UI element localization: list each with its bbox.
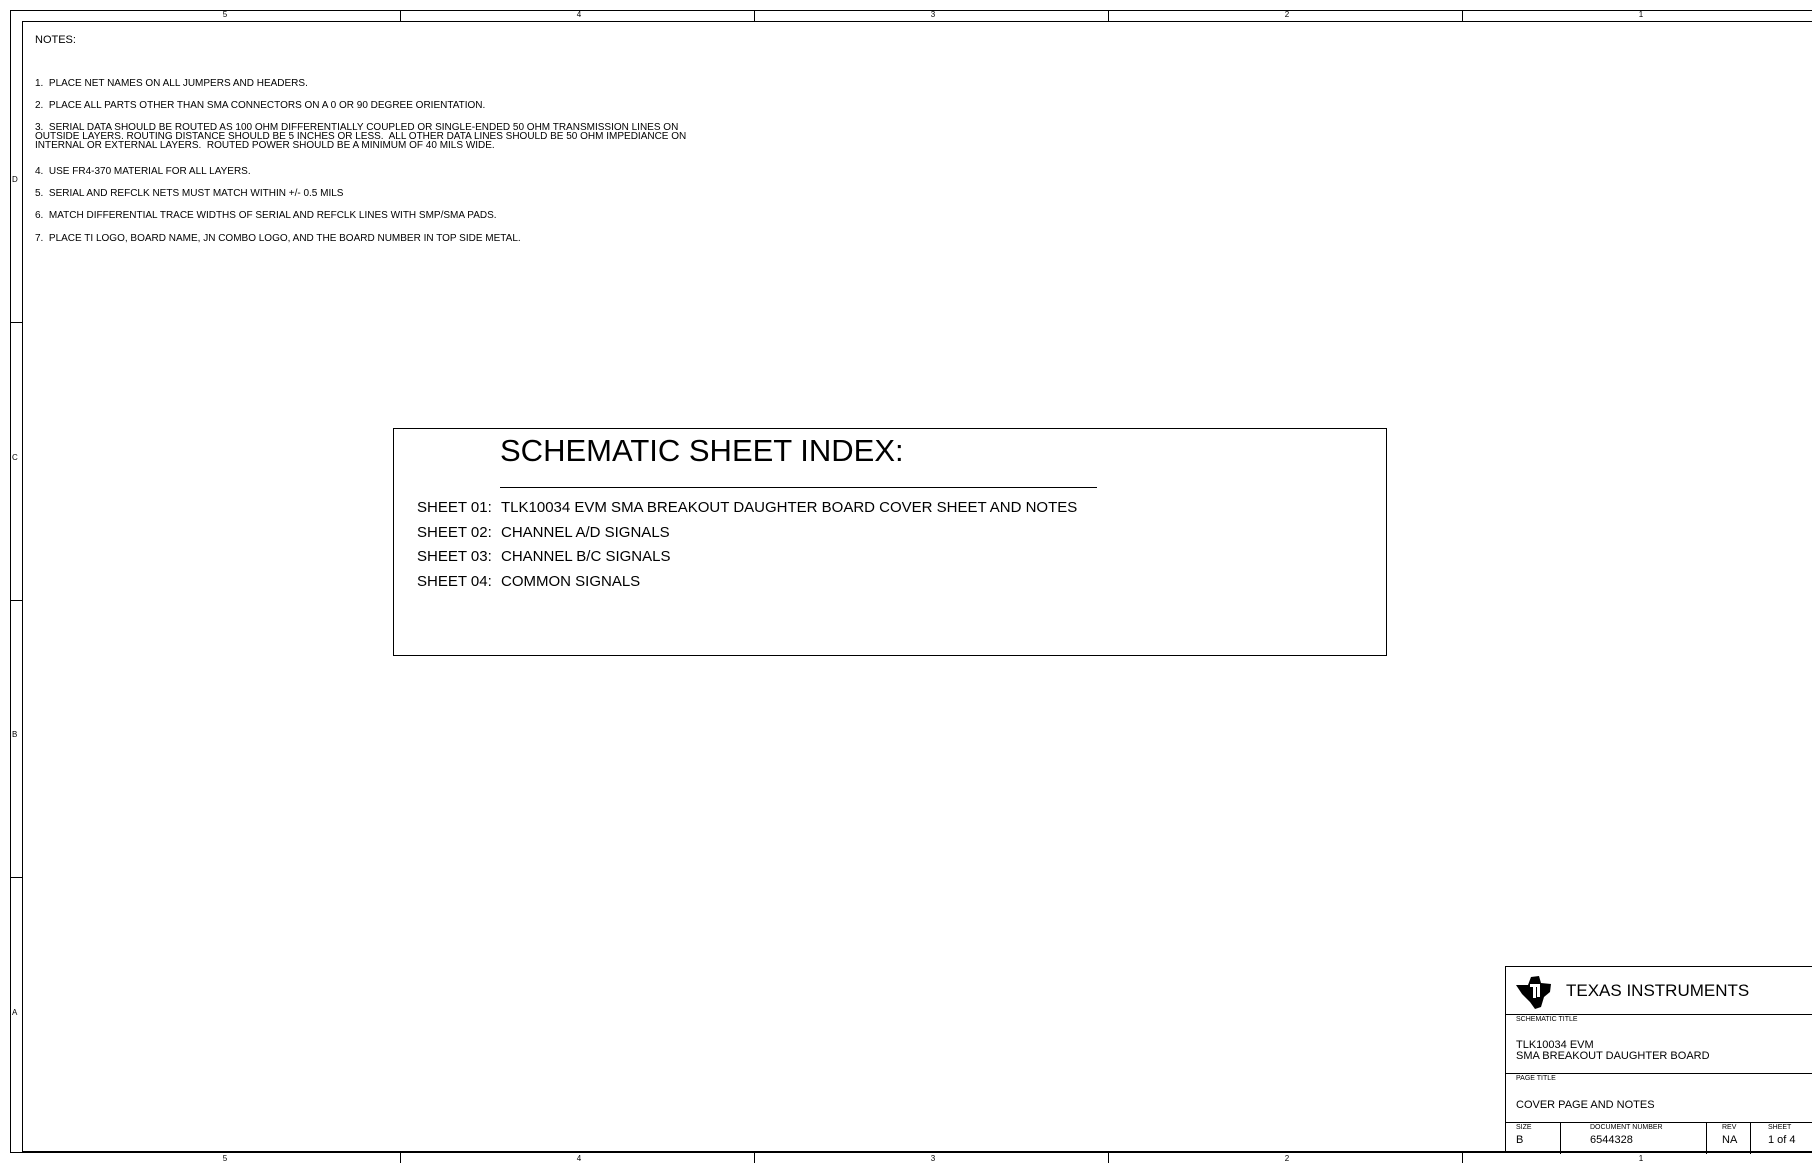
note-item: 1. PLACE NET NAMES ON ALL JUMPERS AND HE… xyxy=(35,78,308,89)
company-name: TEXAS INSTRUMENTS xyxy=(1566,981,1750,1000)
note-item: 2. PLACE ALL PARTS OTHER THAN SMA CONNEC… xyxy=(35,100,486,111)
rev-label: REV xyxy=(1722,1124,1737,1131)
title-block-divider xyxy=(1560,1122,1561,1154)
title-block-divider xyxy=(1506,1073,1812,1074)
notes-title: NOTES: xyxy=(35,34,76,46)
row-marker: B xyxy=(12,730,18,739)
sheet-index-row: SHEET 03: CHANNEL B/C SIGNALS xyxy=(417,548,671,565)
sheet-description: COMMON SIGNALS xyxy=(501,573,641,590)
column-marker: 5 xyxy=(222,1154,228,1163)
title-block-divider xyxy=(1750,1122,1751,1154)
sheet-description: CHANNEL B/C SIGNALS xyxy=(501,548,671,565)
sheet-number: SHEET 02: xyxy=(417,524,492,541)
sheet-index-box: SCHEMATIC SHEET INDEX: SHEET 01: TLK10034… xyxy=(393,428,1387,656)
document-number: 6544328 xyxy=(1590,1134,1633,1146)
column-divider xyxy=(400,1152,401,1163)
column-marker: 4 xyxy=(576,1154,582,1163)
row-marker: C xyxy=(12,453,18,462)
row-divider xyxy=(10,877,22,878)
column-marker: 1 xyxy=(1638,10,1644,19)
column-marker: 1 xyxy=(1638,1154,1644,1163)
column-divider xyxy=(1462,10,1463,21)
schematic-title-label: SCHEMATIC TITLE xyxy=(1516,1016,1578,1023)
title-block-divider xyxy=(1706,1122,1707,1154)
sheet-index-row: SHEET 02: CHANNEL A/D SIGNALS xyxy=(417,524,670,541)
note-item: 7. PLACE TI LOGO, BOARD NAME, JN COMBO L… xyxy=(35,233,521,244)
column-marker: 3 xyxy=(930,1154,936,1163)
schematic-title-line2: SMA BREAKOUT DAUGHTER BOARD xyxy=(1516,1050,1710,1062)
row-marker: A xyxy=(12,1008,18,1017)
column-divider xyxy=(1108,1152,1109,1163)
note-item: 3. SERIAL DATA SHOULD BE ROUTED AS 100 O… xyxy=(35,122,687,151)
size-label: SIZE xyxy=(1516,1124,1532,1131)
title-block: TEXAS INSTRUMENTS SCHEMATIC TITLE TLK100… xyxy=(1505,966,1812,1154)
sheet-number: SHEET 03: xyxy=(417,548,492,565)
page-title: COVER PAGE AND NOTES xyxy=(1516,1099,1655,1111)
row-divider xyxy=(10,322,22,323)
column-divider xyxy=(754,1152,755,1163)
sheet-label: SHEET xyxy=(1768,1124,1792,1131)
note-item: 6. MATCH DIFFERENTIAL TRACE WIDTHS OF SE… xyxy=(35,210,497,221)
sheet-value: 1 of 4 xyxy=(1768,1134,1796,1146)
row-marker: D xyxy=(12,175,18,184)
sheet-index-row: SHEET 04: COMMON SIGNALS xyxy=(417,573,640,590)
note-item: 4. USE FR4-370 MATERIAL FOR ALL LAYERS. xyxy=(35,166,251,177)
column-marker: 2 xyxy=(1284,10,1290,19)
title-underline xyxy=(500,487,1097,488)
column-divider xyxy=(754,10,755,21)
sheet-number: SHEET 01: xyxy=(417,499,492,516)
texas-instruments-logo-icon xyxy=(1516,976,1551,1009)
sheet-index-row: SHEET 01: TLK10034 EVM SMA BREAKOUT DAUGH… xyxy=(417,499,1077,516)
title-block-divider xyxy=(1506,1122,1812,1123)
column-marker: 3 xyxy=(930,10,936,19)
rev-value: NA xyxy=(1722,1134,1738,1146)
row-divider xyxy=(10,600,22,601)
column-marker: 5 xyxy=(222,10,228,19)
size-value: B xyxy=(1516,1134,1524,1146)
sheet-number: SHEET 04: xyxy=(417,573,492,590)
column-marker: 2 xyxy=(1284,1154,1290,1163)
note-item: 5. SERIAL AND REFCLK NETS MUST MATCH WIT… xyxy=(35,188,344,199)
column-divider xyxy=(1462,1152,1463,1163)
column-marker: 4 xyxy=(576,10,582,19)
page-title-label: PAGE TITLE xyxy=(1516,1075,1556,1082)
sheet-index-title: SCHEMATIC SHEET INDEX: xyxy=(500,433,904,468)
title-block-divider xyxy=(1506,1014,1812,1015)
document-number-label: DOCUMENT NUMBER xyxy=(1590,1124,1663,1131)
sheet-description: TLK10034 EVM SMA BREAKOUT DAUGHTER BOARD… xyxy=(501,499,1078,516)
column-divider xyxy=(1108,10,1109,21)
column-divider xyxy=(400,10,401,21)
sheet-description: CHANNEL A/D SIGNALS xyxy=(501,524,670,541)
